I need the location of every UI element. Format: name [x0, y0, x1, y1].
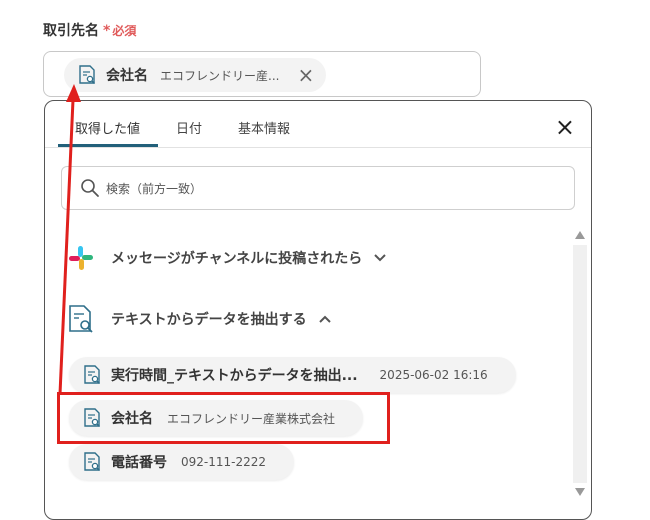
- field-label: 取引先名 * 必須: [43, 20, 136, 40]
- item-value: 2025-06-02 16:16: [379, 368, 488, 382]
- required-text: 必須: [112, 24, 137, 38]
- tab-basic-info[interactable]: 基本情報: [238, 118, 290, 137]
- search-icon: [81, 179, 99, 197]
- company-name-field[interactable]: 会社名 エコフレンドリー産... ×: [43, 51, 481, 97]
- tab-acquired-values[interactable]: 取得した値: [75, 118, 140, 137]
- tab-date[interactable]: 日付: [176, 118, 202, 137]
- close-icon[interactable]: ×: [297, 65, 314, 85]
- group-extract-text[interactable]: テキストからデータを抽出する: [67, 304, 331, 334]
- chevron-up-icon: [318, 315, 331, 323]
- document-search-icon: [84, 365, 100, 384]
- scroll-down-arrow-icon[interactable]: [575, 488, 585, 496]
- selected-value-chip[interactable]: 会社名 エコフレンドリー産... ×: [64, 58, 327, 92]
- required-star: *: [103, 23, 111, 39]
- item-name: 実行時間_テキストからデータを抽出...: [111, 368, 358, 384]
- search-input[interactable]: [104, 176, 548, 202]
- active-tab-indicator: [58, 144, 158, 147]
- list-item-execution-time[interactable]: 実行時間_テキストからデータを抽出... 2025-06-02 16:16: [69, 357, 516, 393]
- close-icon[interactable]: ×: [555, 115, 575, 139]
- slack-icon: [69, 246, 93, 270]
- chip-name: 会社名: [106, 68, 148, 84]
- search-box[interactable]: [61, 166, 575, 210]
- document-search-icon: [79, 65, 95, 84]
- value-picker-panel: 取得した値 日付 基本情報 × メッセージがチャンネルに投稿されたら: [44, 100, 592, 520]
- document-search-icon: [84, 452, 100, 471]
- list-item-phone-number[interactable]: 電話番号 092-111-2222: [69, 444, 295, 480]
- group-label: メッセージがチャンネルに投稿されたら: [111, 251, 363, 267]
- scrollbar-track[interactable]: [573, 245, 587, 483]
- annotation-highlight-box: [57, 392, 390, 444]
- item-name: 電話番号: [111, 455, 167, 471]
- document-search-icon: [69, 305, 93, 333]
- chip-value: エコフレンドリー産...: [160, 68, 280, 83]
- item-value: 092-111-2222: [181, 455, 267, 469]
- chevron-down-icon: [374, 254, 387, 262]
- field-label-text: 取引先名: [43, 23, 99, 39]
- group-label: テキストからデータを抽出する: [111, 312, 307, 328]
- scroll-up-arrow-icon[interactable]: [575, 231, 585, 239]
- tab-bar: 取得した値 日付 基本情報 ×: [45, 101, 591, 148]
- group-slack-message[interactable]: メッセージがチャンネルに投稿されたら: [67, 243, 387, 273]
